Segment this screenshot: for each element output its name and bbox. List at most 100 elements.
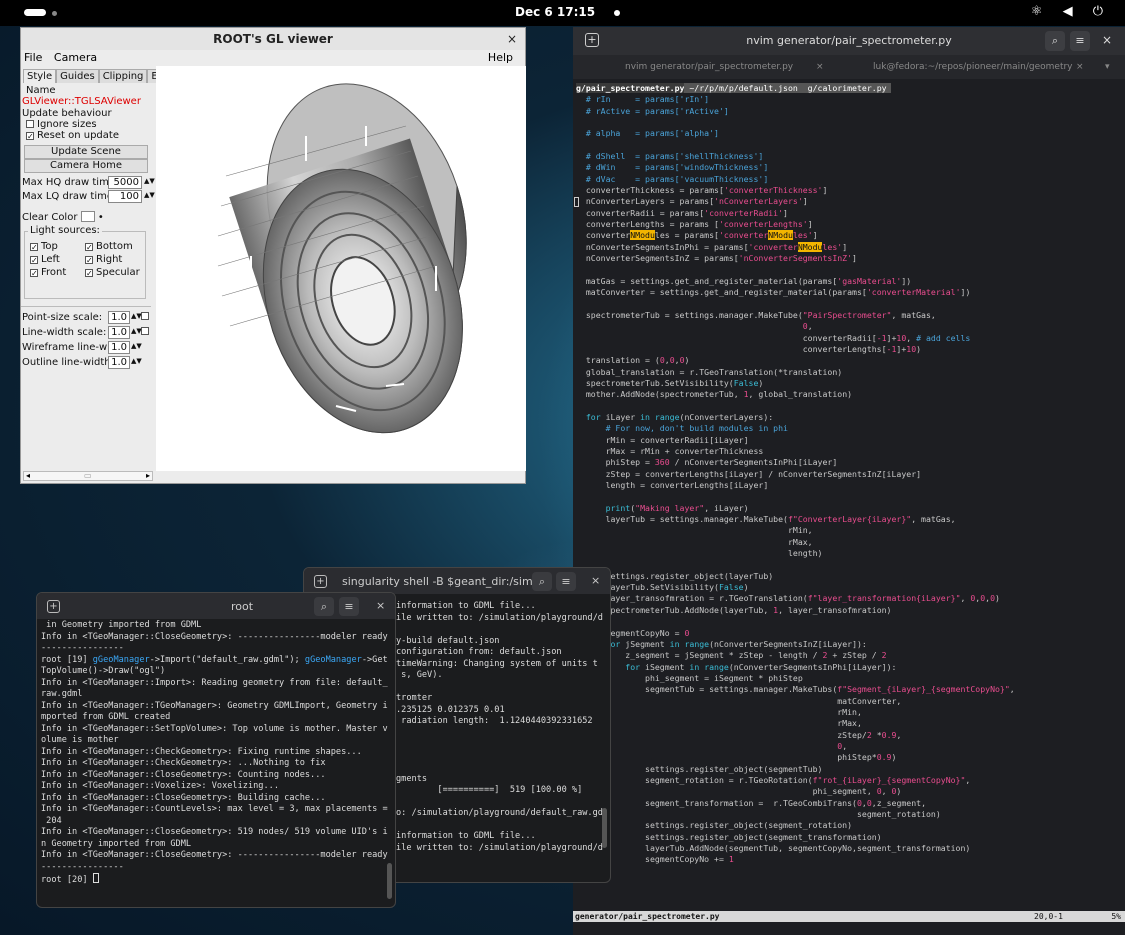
checkbox-checked-icon[interactable]: ✓	[30, 243, 38, 252]
close-icon[interactable]: ×	[1102, 33, 1112, 47]
terminal-line: information to GDML file...	[396, 601, 536, 611]
dropdown-dot-icon[interactable]: •	[98, 212, 104, 223]
code-buffer[interactable]: g/pair_spectrometer.py ~/r/p/m/p/default…	[576, 83, 1015, 866]
menu-file[interactable]: File	[24, 51, 42, 64]
code-editor[interactable]: g/pair_spectrometer.py ~/r/p/m/p/default…	[573, 83, 1125, 909]
light-left-checkbox[interactable]: ✓ Left	[30, 254, 60, 265]
scroll-right-icon[interactable]: ▸	[146, 472, 150, 480]
spinner-icon[interactable]: ▲▼	[131, 357, 142, 365]
spinner-icon[interactable]: ▲▼	[144, 191, 155, 199]
camera-home-button[interactable]: Camera Home	[24, 159, 148, 173]
reset-on-update-checkbox[interactable]: ✓ Reset on update	[26, 130, 119, 141]
terminal-line: ----------------	[41, 643, 124, 653]
checkbox-icon[interactable]	[141, 327, 149, 335]
terminal-line: information to GDML file...	[396, 831, 536, 841]
terminal-line: in Geometry imported from GDML	[41, 620, 202, 630]
workspace-dot[interactable]	[52, 11, 57, 16]
max-lq-label: Max LQ draw time:	[22, 191, 117, 202]
light-front-checkbox[interactable]: ✓ Front	[30, 267, 66, 278]
checkbox-label: Specular	[96, 267, 140, 278]
tab-guides[interactable]: Guides	[56, 69, 99, 83]
gl-viewport[interactable]	[156, 66, 526, 471]
close-icon[interactable]: ×	[591, 574, 600, 587]
tab-close-icon[interactable]: ×	[816, 62, 824, 72]
activities-button[interactable]	[24, 9, 46, 16]
light-specular-checkbox[interactable]: ✓ Specular	[85, 267, 140, 278]
panel-tabs: Style Guides Clipping Extras	[23, 69, 188, 83]
system-tray[interactable]: ⚛ ◀ ⏻	[1031, 4, 1111, 19]
terminal-line: Info in <TGeoManager::Voxelize>: Voxeliz…	[41, 781, 279, 791]
checkbox-label: Right	[96, 254, 123, 265]
search-icon[interactable]: ⌕	[314, 597, 334, 616]
line-width-input[interactable]: 1.0	[108, 326, 130, 339]
terminal-output[interactable]: information to GDML file... ile written t…	[396, 601, 603, 854]
scroll-left-icon[interactable]: ◂	[26, 472, 30, 480]
outline-row: Outline line-width: 1.0 ▲▼	[22, 356, 142, 369]
checkbox-checked-icon[interactable]: ✓	[30, 256, 38, 265]
point-size-input[interactable]: 1.0	[108, 311, 130, 324]
checkbox-checked-icon[interactable]: ✓	[85, 256, 93, 265]
vertical-scrollbar[interactable]	[602, 808, 607, 848]
terminal-line: [==========] 519 [100.00 %]	[396, 785, 583, 795]
terminal-line: o: /simulation/playground/default_raw.gd	[396, 808, 603, 818]
checkbox-checked-icon[interactable]: ✓	[30, 269, 38, 278]
menu-help[interactable]: Help	[488, 50, 513, 66]
max-lq-input[interactable]: 100	[108, 190, 142, 203]
status-line: generator/pair_spectrometer.py 20,0-1 5%	[573, 911, 1125, 922]
light-top-checkbox[interactable]: ✓ Top	[30, 241, 58, 252]
menu-camera[interactable]: Camera	[54, 51, 97, 64]
window-titlebar[interactable]: ROOT's GL viewer ×	[21, 28, 525, 50]
ignore-sizes-checkbox[interactable]: Ignore sizes	[26, 119, 97, 130]
scroll-thumb[interactable]: ▭	[84, 472, 92, 480]
update-behaviour-label: Update behaviour	[22, 108, 112, 119]
light-bottom-checkbox[interactable]: ✓ Bottom	[85, 241, 133, 252]
tab-style[interactable]: Style	[23, 69, 57, 83]
light-right-checkbox[interactable]: ✓ Right	[85, 254, 122, 265]
terminal-line: 204	[41, 815, 62, 826]
checkbox-checked-icon[interactable]: ✓	[85, 243, 93, 252]
search-icon[interactable]: ⌕	[1045, 31, 1065, 51]
terminal-line: Info in <TGeoManager::CheckGeometry>: ..…	[41, 758, 326, 768]
menu-icon[interactable]: ≡	[339, 597, 359, 616]
search-icon[interactable]: ⌕	[532, 572, 552, 591]
style-panel: Style Guides Clipping Extras Name GLView…	[21, 66, 188, 471]
terminal-line: mported from GDML created	[41, 712, 171, 722]
window-titlebar[interactable]: + root ⌕ ≡ ×	[37, 593, 395, 619]
tab-nvim[interactable]: nvim generator/pair_spectrometer.py	[625, 62, 793, 72]
terminal-line: configuration from: default.json	[396, 647, 562, 657]
tab-clipping[interactable]: Clipping	[98, 69, 148, 83]
tab-close-icon[interactable]: ×	[1076, 62, 1084, 72]
window-titlebar[interactable]: + singularity shell -B $geant_dir:/simu.…	[304, 568, 610, 594]
checkbox-checked-icon[interactable]: ✓	[85, 269, 93, 278]
max-hq-input[interactable]: 5000	[108, 176, 142, 189]
window-titlebar[interactable]: + nvim generator/pair_spectrometer.py ⌕ …	[573, 27, 1125, 55]
close-icon[interactable]: ×	[507, 28, 517, 50]
outline-input[interactable]: 1.0	[108, 356, 130, 369]
max-hq-label: Max HQ draw time:	[22, 177, 119, 188]
tab-shell[interactable]: luk@fedora:~/repos/pioneer/main/geometry	[873, 62, 1073, 72]
terminal-line: n Geometry imported from GDML	[41, 838, 192, 849]
tab-overflow-icon[interactable]: ▾	[1105, 62, 1110, 72]
terminal-output[interactable]: in Geometry imported from GDML Info in <T…	[41, 620, 388, 885]
checkbox-icon[interactable]	[141, 312, 149, 320]
update-scene-button[interactable]: Update Scene	[24, 145, 148, 159]
checkbox-icon[interactable]	[26, 120, 34, 128]
new-tab-icon[interactable]: +	[47, 600, 60, 613]
checkbox-label: Bottom	[96, 241, 133, 252]
menu-icon[interactable]: ≡	[1070, 31, 1090, 51]
close-icon[interactable]: ×	[376, 599, 385, 612]
spinner-icon[interactable]: ▲▼	[144, 177, 155, 185]
terminal-line: Info in <TGeoManager::CloseGeometry>: --…	[41, 631, 388, 642]
wireframe-input[interactable]: 1.0	[108, 341, 130, 354]
spinner-icon[interactable]: ▲▼	[131, 342, 142, 350]
horizontal-scrollbar[interactable]: ◂ ▭ ▸	[23, 471, 153, 481]
clear-color-swatch[interactable]	[80, 211, 95, 222]
tab-bar: nvim generator/pair_spectrometer.py × lu…	[573, 55, 1125, 79]
checkbox-checked-icon[interactable]: ✓	[26, 132, 34, 141]
clock[interactable]: Dec 6 17:15	[515, 5, 595, 19]
menu-icon[interactable]: ≡	[556, 572, 576, 591]
vertical-scrollbar[interactable]	[387, 863, 392, 899]
new-tab-icon[interactable]: +	[314, 575, 327, 588]
